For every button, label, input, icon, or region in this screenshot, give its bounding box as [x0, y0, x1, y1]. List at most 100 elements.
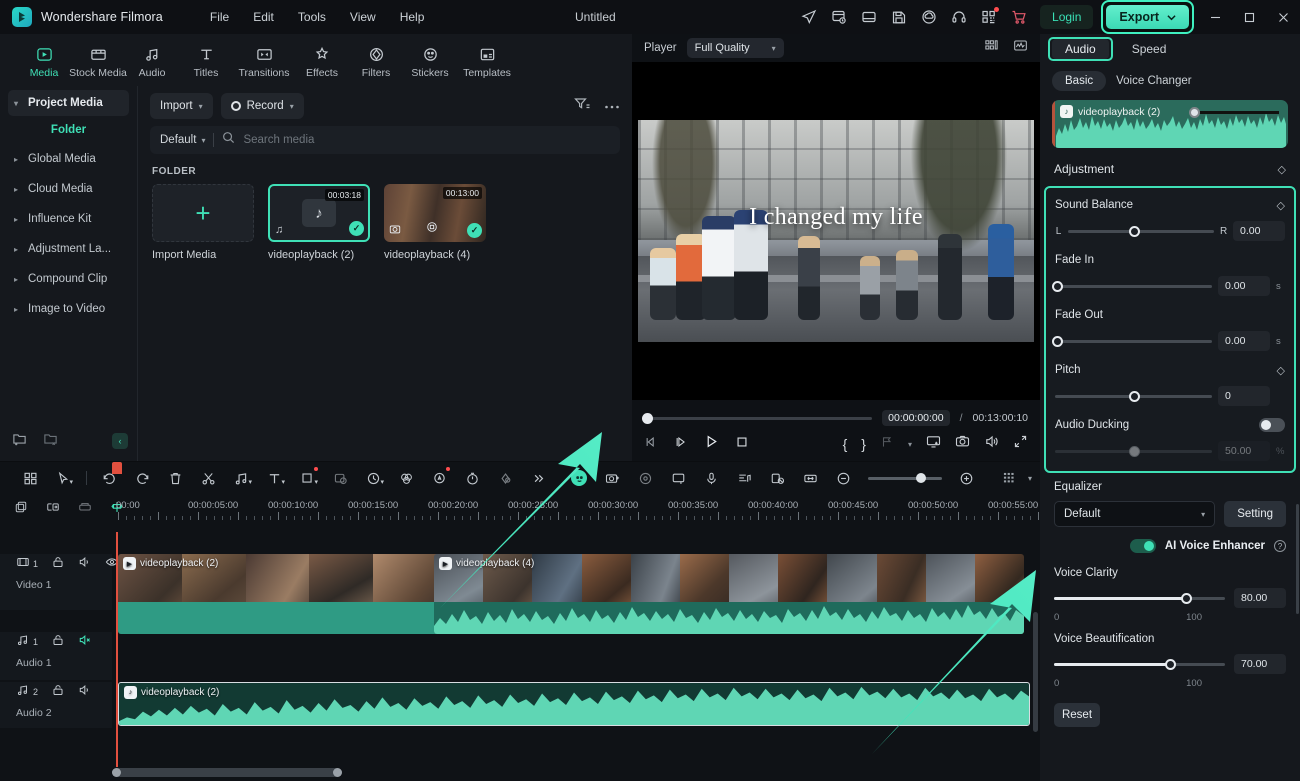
volume-handle[interactable] — [1189, 107, 1200, 118]
tab-transitions[interactable]: Transitions — [234, 42, 294, 79]
sidebar-item-cloud-media[interactable]: ▸ Cloud Media — [8, 176, 129, 202]
chevron-down-icon[interactable]: ▾ — [1028, 474, 1032, 483]
audio-clip-waveform-card[interactable]: ♪ videoplayback (2) — [1052, 100, 1288, 148]
lock-icon[interactable] — [51, 555, 65, 574]
menu-file[interactable]: File — [199, 6, 240, 28]
color-icon[interactable] — [390, 466, 423, 490]
login-button[interactable]: Login — [1040, 5, 1093, 29]
media-item-audio[interactable]: ♪ 00:03:18 ♫ ✓ videoplayback (2) — [268, 184, 370, 261]
mark-in-icon[interactable]: { — [843, 436, 848, 452]
redo-icon[interactable] — [126, 466, 159, 490]
playback-scrubber[interactable] — [644, 417, 872, 420]
voice-beautification-slider[interactable] — [1054, 663, 1225, 666]
more-icon[interactable] — [522, 466, 555, 490]
slider-handle[interactable] — [1129, 391, 1140, 402]
menu-tools[interactable]: Tools — [287, 6, 337, 28]
window-maximize-button[interactable] — [1232, 0, 1266, 34]
marker-icon[interactable] — [880, 435, 894, 454]
zoom-out-icon[interactable] — [827, 466, 860, 490]
track-header-video-1[interactable]: 1 Video 1 — [0, 554, 112, 610]
tab-speed-properties[interactable]: Speed — [1119, 39, 1180, 59]
slider-handle[interactable] — [1129, 226, 1140, 237]
zoom-in-icon[interactable] — [950, 466, 983, 490]
mute-icon[interactable] — [78, 555, 92, 574]
delete-folder-icon[interactable] — [43, 431, 58, 451]
menu-help[interactable]: Help — [389, 6, 436, 28]
remove-bg-icon[interactable] — [761, 466, 794, 490]
scrubber-handle[interactable] — [642, 413, 653, 424]
equalizer-preset-select[interactable]: Default ▾ — [1054, 501, 1215, 527]
keyframe-icon[interactable] — [489, 466, 522, 490]
slider-handle[interactable] — [1181, 593, 1192, 604]
filter-icon[interactable] — [574, 96, 590, 117]
tab-audio-properties[interactable]: Audio — [1052, 39, 1109, 59]
sidebar-item-project-media[interactable]: ▾ Project Media — [8, 90, 129, 116]
fit-icon[interactable] — [794, 466, 827, 490]
slider-handle[interactable] — [916, 473, 926, 483]
tab-titles[interactable]: Titles — [180, 42, 232, 79]
audio-detach-icon[interactable]: ▾ — [225, 466, 258, 490]
snapshot-to-pc-icon[interactable] — [926, 434, 941, 454]
support-icon[interactable] — [946, 4, 972, 30]
chevron-down-icon[interactable]: ▾ — [908, 440, 912, 449]
mic-icon[interactable] — [695, 466, 728, 490]
new-project-icon[interactable] — [856, 4, 882, 30]
stopwatch-icon[interactable] — [456, 466, 489, 490]
fade-in-slider[interactable] — [1055, 285, 1212, 288]
pitch-value[interactable]: 0 — [1218, 386, 1270, 406]
equalizer-setting-button[interactable]: Setting — [1224, 501, 1286, 527]
scroll-handle-left[interactable] — [112, 768, 121, 777]
more-options-icon[interactable] — [604, 97, 620, 115]
tab-audio[interactable]: Audio — [126, 42, 178, 79]
menu-edit[interactable]: Edit — [242, 6, 285, 28]
speed-icon[interactable]: ▾ — [357, 466, 390, 490]
camera-snapshot-icon[interactable] — [955, 434, 970, 454]
tab-stock-media[interactable]: Stock Media — [72, 42, 124, 79]
export-list-icon[interactable] — [826, 4, 852, 30]
timeline-zoom-slider[interactable] — [868, 477, 942, 480]
window-minimize-button[interactable] — [1198, 0, 1232, 34]
stop-icon[interactable] — [735, 435, 749, 454]
keyframe-diamond-icon[interactable]: ◇ — [1277, 364, 1285, 377]
volume-line[interactable] — [1193, 111, 1279, 114]
audio-ducking-toggle[interactable] — [1259, 418, 1285, 432]
collapse-sidebar-button[interactable]: ‹ — [112, 433, 128, 449]
send-icon[interactable] — [796, 4, 822, 30]
mute-icon[interactable] — [78, 633, 92, 652]
new-folder-icon[interactable] — [12, 431, 27, 451]
split-scissors-icon[interactable] — [192, 466, 225, 490]
text-tool-icon[interactable]: ▾ — [258, 466, 291, 490]
mute-icon[interactable] — [78, 683, 92, 702]
keyframe-diamond-icon[interactable]: ◇ — [1277, 199, 1285, 212]
audio-ducking-slider[interactable] — [1055, 450, 1212, 453]
tab-effects[interactable]: Effects — [296, 42, 348, 79]
snapshot-icon[interactable] — [596, 466, 629, 490]
marker-icon[interactable] — [662, 466, 695, 490]
voice-clarity-slider[interactable] — [1054, 597, 1225, 600]
window-close-button[interactable] — [1266, 0, 1300, 34]
playhead-handle[interactable] — [112, 462, 122, 474]
step-back-icon[interactable] — [674, 435, 688, 454]
import-button[interactable]: Import ▾ — [150, 93, 213, 119]
sound-balance-slider[interactable] — [1068, 230, 1214, 233]
timeline-vertical-scrollbar[interactable] — [1033, 612, 1038, 732]
fade-in-value[interactable]: 0.00 — [1218, 276, 1270, 296]
copy-icon[interactable] — [14, 500, 28, 519]
help-icon[interactable]: ? — [1274, 540, 1286, 552]
track-header-audio-2[interactable]: 2 Audio 2 — [0, 682, 112, 728]
render-preview-icon[interactable] — [78, 500, 92, 519]
record-button[interactable]: Record ▾ — [221, 93, 304, 119]
grid-view-icon[interactable] — [14, 466, 47, 490]
tab-stickers[interactable]: Stickers — [404, 42, 456, 79]
track-header-audio-1[interactable]: 1 Audio 1 — [0, 632, 112, 680]
delete-icon[interactable] — [159, 466, 192, 490]
prev-frame-icon[interactable] — [644, 435, 658, 454]
reset-button[interactable]: Reset — [1054, 703, 1100, 727]
track-height-icon[interactable] — [993, 466, 1026, 490]
mark-out-icon[interactable]: } — [861, 436, 866, 452]
timeline-ruler[interactable]: 00:00 00:00:05:00 00:00:10:00 00:00:15:0… — [112, 494, 1040, 532]
properties-scrollbar[interactable] — [1296, 504, 1299, 614]
group-icon[interactable] — [46, 500, 60, 519]
ai-assistant-icon[interactable] — [563, 466, 596, 490]
audio-ducking-value[interactable]: 50.00 — [1218, 441, 1270, 461]
